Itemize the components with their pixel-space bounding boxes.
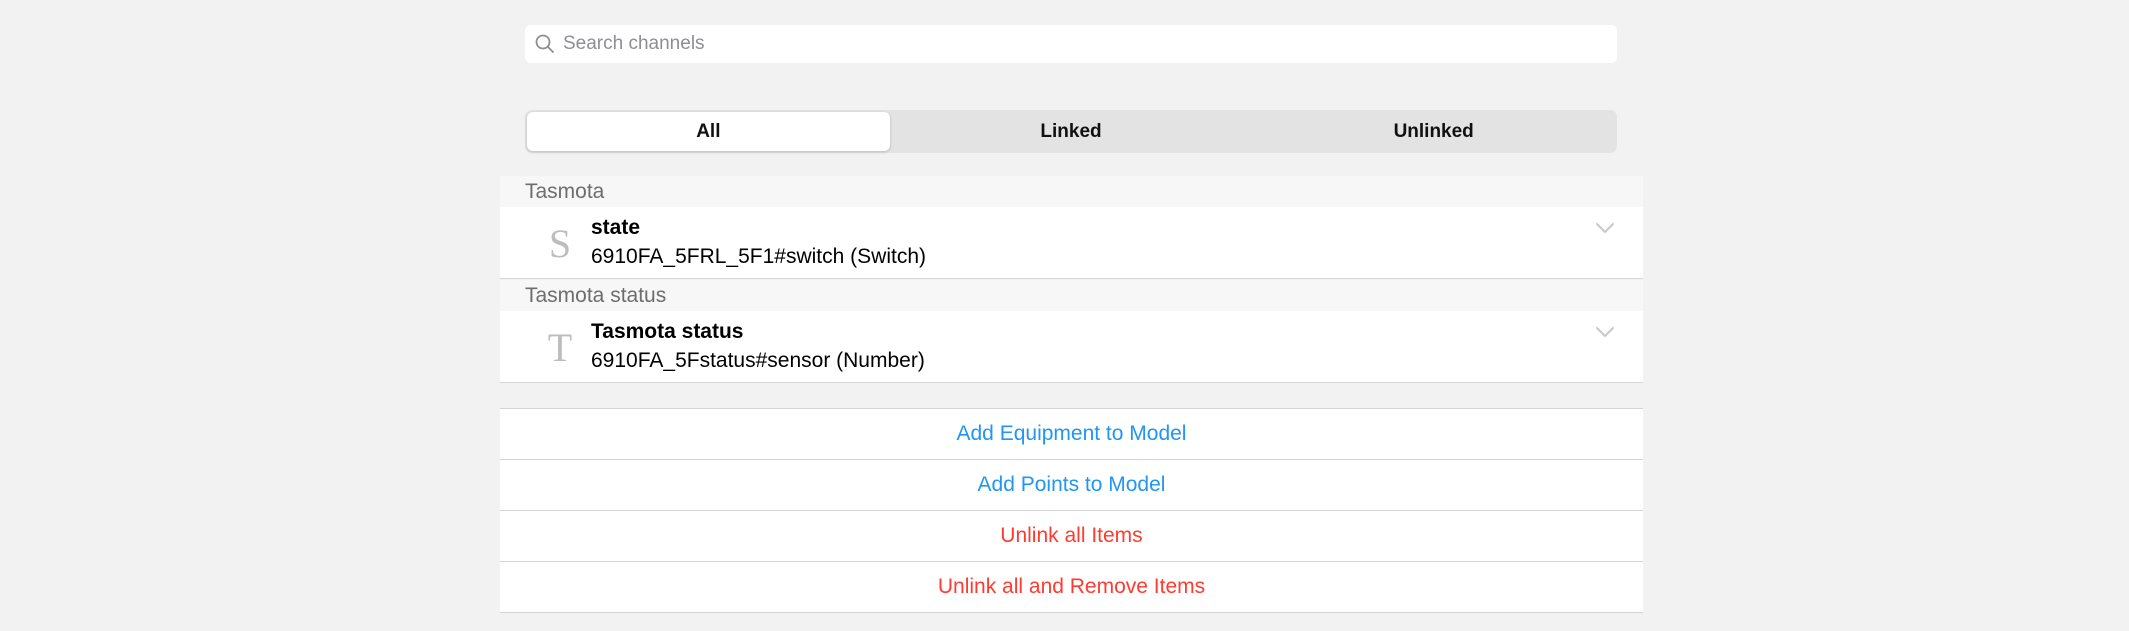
channel-title: Tasmota status	[591, 320, 744, 343]
channel-letter: T	[547, 325, 573, 370]
search-input[interactable]	[563, 25, 1617, 63]
search-icon	[534, 33, 556, 55]
unlink-all-button[interactable]: Unlink all Items	[500, 511, 1643, 562]
add-points-button[interactable]: Add Points to Model	[500, 460, 1643, 511]
search-bar[interactable]	[525, 25, 1617, 63]
group-header: Tasmota	[500, 176, 1643, 207]
chevron-down-icon[interactable]	[1595, 325, 1615, 339]
unlink-remove-button[interactable]: Unlink all and Remove Items	[500, 562, 1643, 613]
channel-row[interactable]: T Tasmota status 6910FA_5Fstatus#sensor …	[500, 311, 1643, 383]
tab-unlinked[interactable]: Unlinked	[1252, 112, 1615, 151]
filter-segmented-control: All Linked Unlinked	[525, 110, 1617, 153]
channel-row[interactable]: S state 6910FA_5FRL_5F1#switch (Switch)	[500, 207, 1643, 279]
channel-title: state	[591, 216, 641, 239]
add-equipment-button[interactable]: Add Equipment to Model	[500, 409, 1643, 460]
chevron-down-icon[interactable]	[1595, 221, 1615, 235]
actions-list: Add Equipment to Model Add Points to Mod…	[500, 408, 1643, 613]
tab-linked[interactable]: Linked	[890, 112, 1253, 151]
channel-letter: S	[548, 221, 572, 266]
channel-uid: 6910FA_5FRL_5F1#switch (Switch)	[591, 245, 926, 268]
group-header: Tasmota status	[500, 280, 1643, 311]
tab-all[interactable]: All	[527, 112, 890, 151]
channel-uid: 6910FA_5Fstatus#sensor (Number)	[591, 349, 925, 372]
